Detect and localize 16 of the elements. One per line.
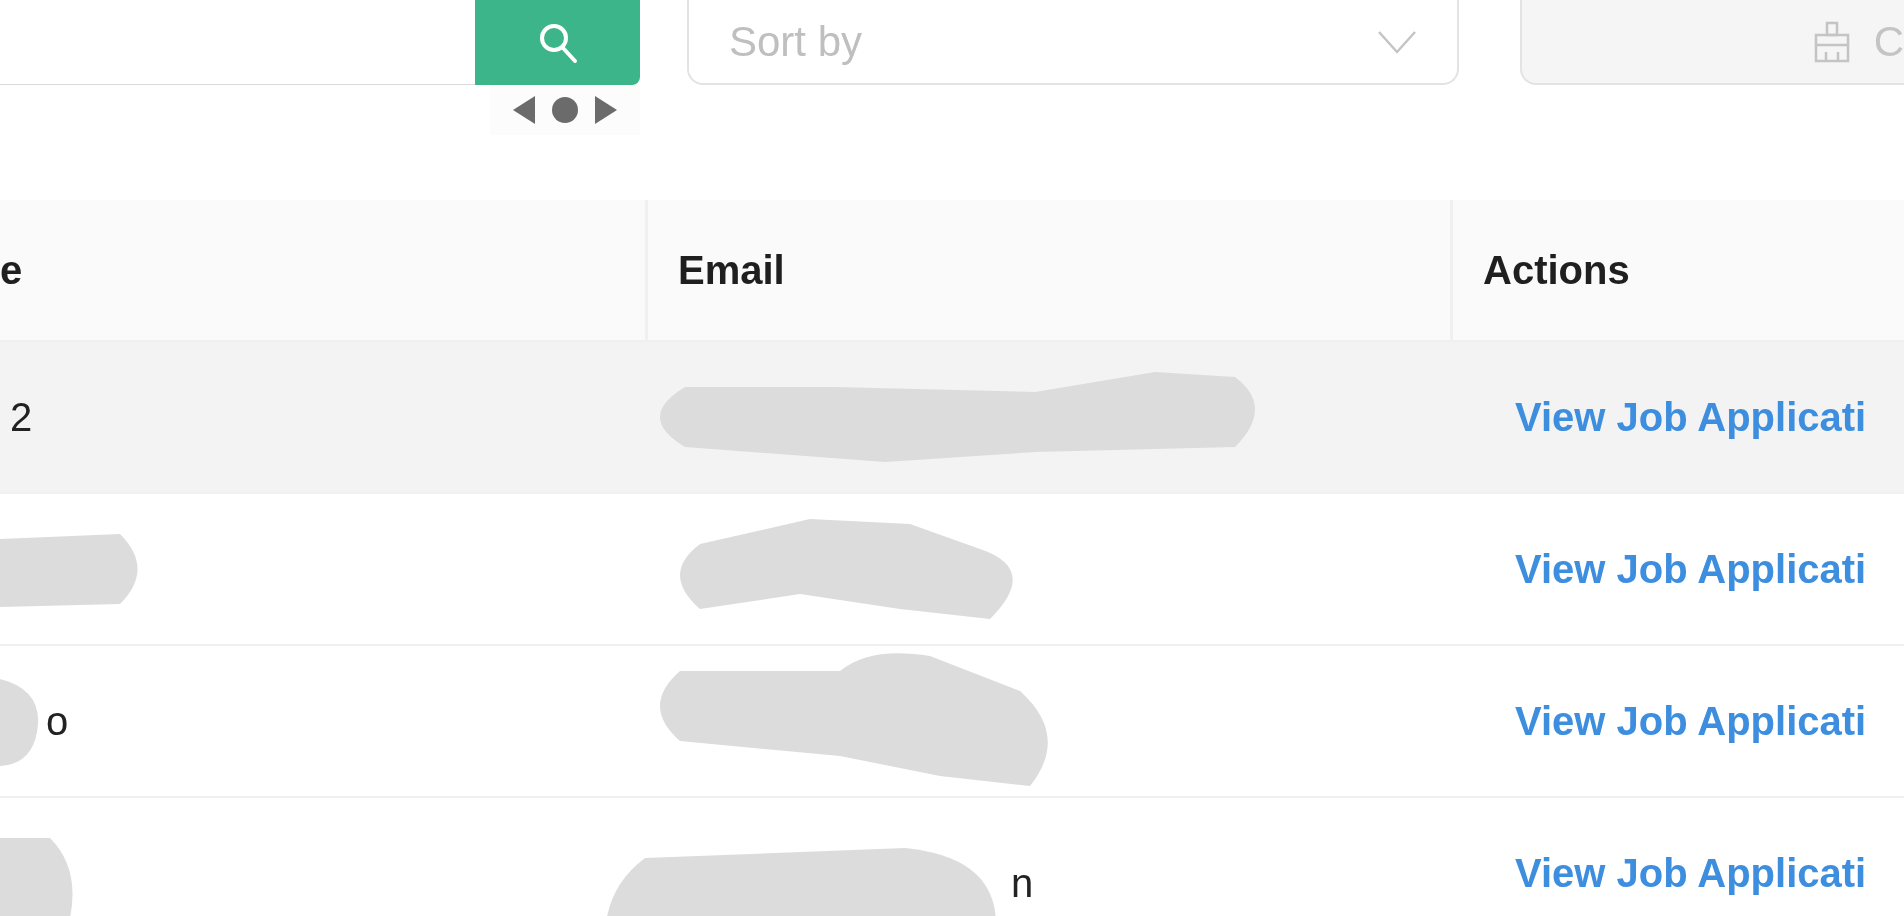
table-cell: 2 — [10, 394, 33, 440]
left-arrow-icon[interactable] — [511, 94, 537, 126]
view-application-link[interactable]: View Job Applicati — [1515, 394, 1867, 440]
right-arrow-icon[interactable] — [593, 94, 619, 126]
dot-icon[interactable] — [551, 96, 579, 124]
view-application-link[interactable]: View Job Applicati — [1515, 546, 1867, 592]
search-button[interactable] — [475, 0, 640, 85]
view-application-link[interactable]: View Job Applicati — [1515, 698, 1867, 744]
table-cell: o — [46, 698, 69, 744]
table-cell: n — [1011, 860, 1034, 906]
view-application-link[interactable]: View Job Applicati — [1515, 850, 1867, 896]
column-header: e — [0, 246, 24, 294]
chevron-down-icon — [1377, 29, 1417, 54]
sort-placeholder: Sort by — [729, 17, 863, 66]
sort-select[interactable]: Sort by — [687, 0, 1459, 85]
search-icon — [537, 21, 578, 64]
